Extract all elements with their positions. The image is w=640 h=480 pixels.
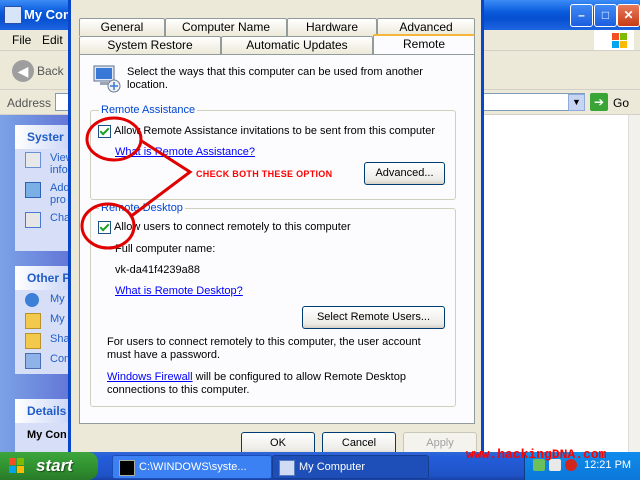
start-button[interactable]: start (0, 452, 98, 480)
command-prompt-icon (119, 460, 135, 476)
taskbar-item-my-computer[interactable]: My Computer (272, 455, 429, 479)
start-label: start (36, 456, 73, 475)
taskbar-item-label: My Computer (299, 461, 366, 473)
my-computer-icon (279, 460, 295, 476)
windows-flag-icon (9, 458, 25, 474)
taskbar-item-label: C:\WINDOWS\syste... (139, 461, 247, 473)
watermark: www.hackingDNA.com (466, 447, 607, 462)
annotation-overlay (80, 116, 193, 250)
annotation-text: CHECK BOTH THESE OPTION (196, 169, 333, 179)
highlight-circle (85, 116, 143, 162)
annotation-pointer (129, 138, 193, 219)
taskbar-item-cmd[interactable]: C:\WINDOWS\syste... (112, 455, 272, 479)
highlight-circle (80, 202, 136, 250)
